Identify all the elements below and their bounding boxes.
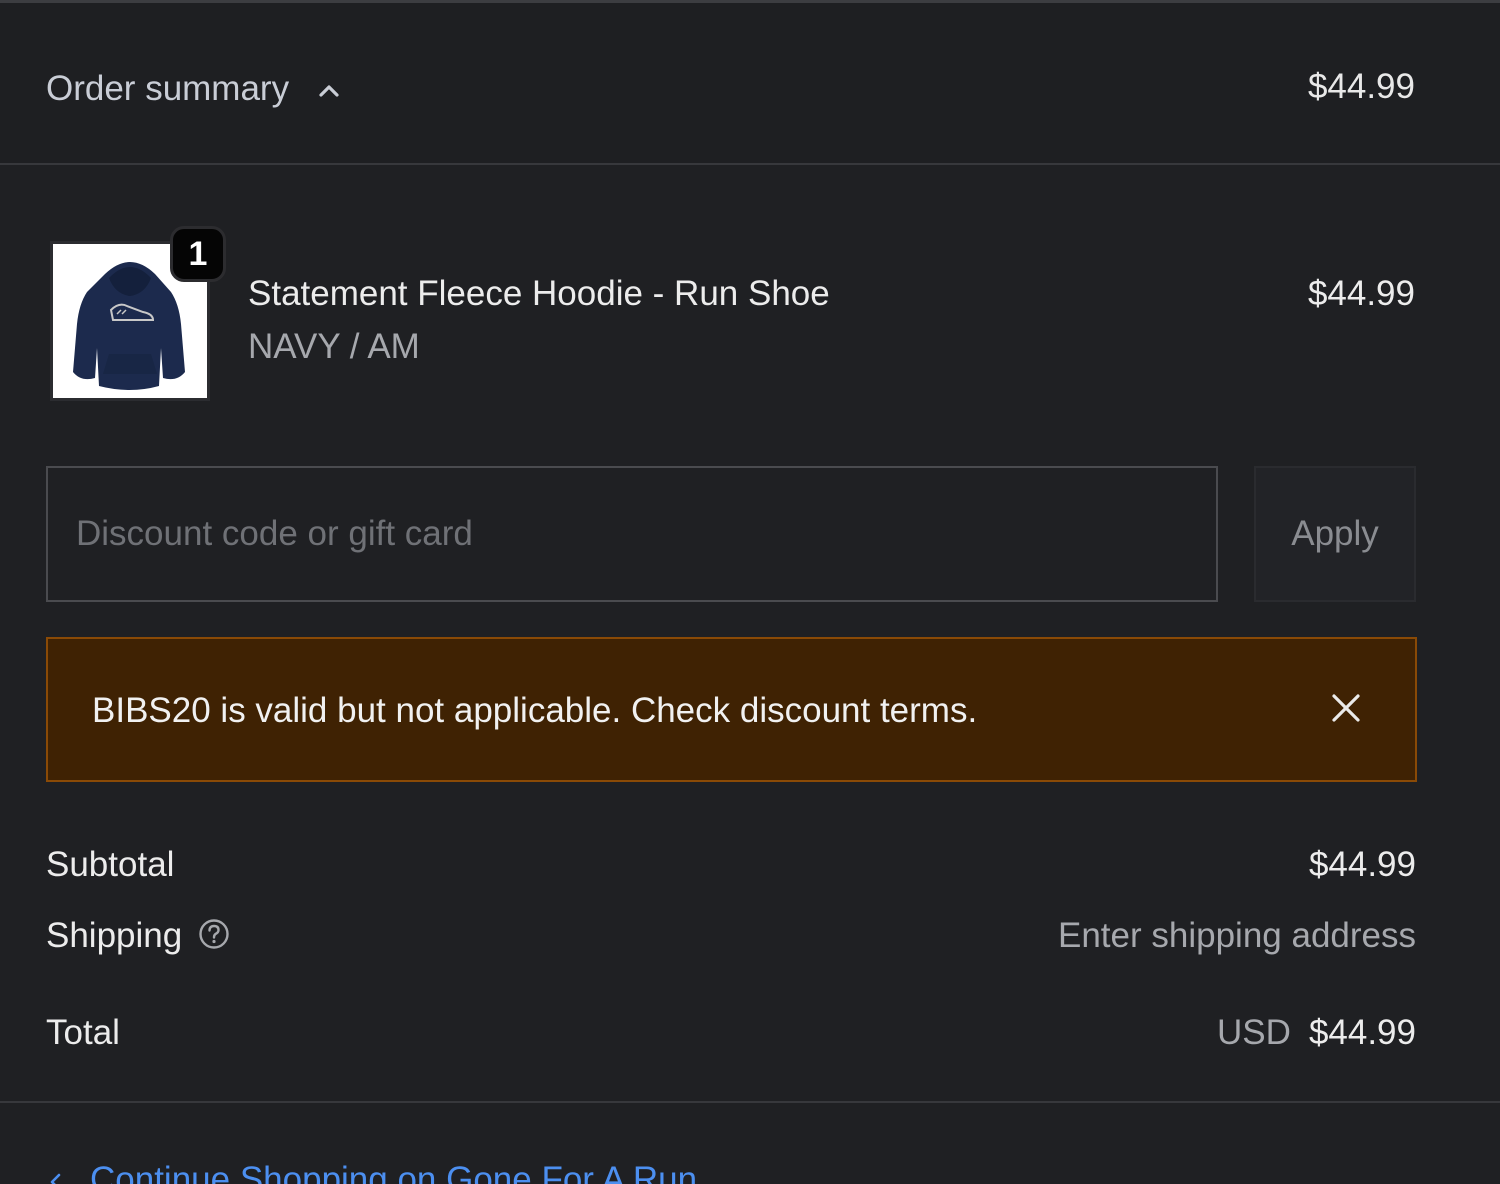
- close-icon[interactable]: [1329, 691, 1363, 725]
- apply-discount-button[interactable]: Apply: [1254, 466, 1416, 602]
- total-value-group: USD $44.99: [1217, 1013, 1416, 1053]
- order-summary-panel: Order summary $44.99 1 Statement Fleece …: [0, 0, 1500, 1184]
- discount-code-input[interactable]: [46, 466, 1218, 602]
- product-title: Statement Fleece Hoodie - Run Shoe: [248, 274, 830, 313]
- order-summary-label: Order summary: [46, 69, 290, 108]
- total-value: $44.99: [1308, 1013, 1416, 1052]
- continue-shopping-link[interactable]: Continue Shopping on Gone For A Run: [90, 1160, 697, 1184]
- currency-code: USD: [1217, 1013, 1291, 1052]
- total-label: Total: [46, 1013, 120, 1052]
- help-icon[interactable]: [198, 918, 230, 950]
- chevron-up-icon: [319, 85, 339, 97]
- discount-warning-message: BIBS20 is valid but not applicable. Chec…: [92, 691, 978, 730]
- product-variant: NAVY / AM: [248, 327, 420, 366]
- quantity-badge: 1: [170, 226, 226, 282]
- discount-warning-banner: BIBS20 is valid but not applicable. Chec…: [46, 637, 1417, 782]
- product-price: $44.99: [1307, 274, 1415, 313]
- footer-divider: [0, 1101, 1500, 1103]
- chevron-left-icon: [50, 1173, 61, 1184]
- header-divider: [0, 163, 1500, 165]
- header-total-price: $44.99: [1307, 67, 1415, 106]
- subtotal-value: $44.99: [1308, 845, 1416, 884]
- shipping-value: Enter shipping address: [1058, 916, 1416, 955]
- shipping-label: Shipping: [46, 916, 183, 955]
- order-summary-toggle[interactable]: Order summary $44.99: [0, 3, 1500, 163]
- subtotal-label: Subtotal: [46, 845, 175, 884]
